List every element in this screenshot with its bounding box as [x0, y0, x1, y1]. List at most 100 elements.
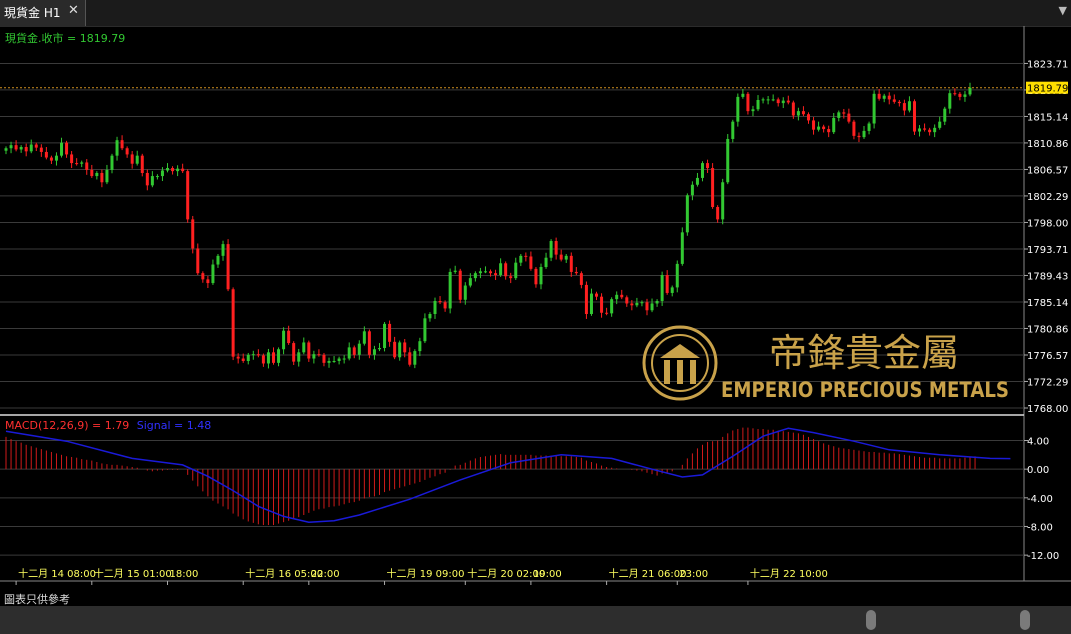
dropdown-arrow-icon[interactable]: ▼: [1059, 4, 1067, 17]
candle-body: [266, 352, 270, 364]
chart-area[interactable]: 帝鋒貴金屬 EMPERIO PRECIOUS METALS 1823.71 181…: [0, 26, 1071, 606]
price-tick-label: 1810.86: [1027, 139, 1068, 150]
watermark-chinese: 帝鋒貴金屬: [769, 331, 959, 375]
candle-body: [721, 182, 725, 220]
candle-body: [736, 96, 740, 122]
candle-body: [645, 302, 649, 311]
candle-body: [514, 262, 518, 279]
watermark: 帝鋒貴金屬 EMPERIO PRECIOUS METALS: [642, 325, 1009, 402]
candle-body: [413, 351, 417, 365]
candle-body: [776, 99, 780, 104]
candle-body: [968, 87, 972, 95]
candle-body: [963, 94, 967, 97]
candle-body: [322, 354, 326, 363]
candle-body: [731, 121, 735, 139]
candle-body: [918, 128, 922, 132]
close-icon[interactable]: ✕: [68, 3, 79, 18]
candle-body: [519, 255, 523, 263]
candle-body: [287, 330, 291, 344]
candle-body: [741, 93, 745, 97]
candle-body: [453, 270, 457, 272]
candle-body: [867, 123, 871, 131]
candle-body: [862, 130, 866, 138]
candle-body: [383, 323, 387, 349]
candle-body: [746, 93, 750, 112]
time-label: 18:00: [170, 569, 199, 580]
candle-body: [44, 151, 48, 158]
candle-body: [145, 172, 149, 186]
macd-tick-label: -4.00: [1027, 494, 1053, 505]
candle-body: [438, 301, 442, 303]
chart-tab[interactable]: 現貨金 H1 ✕: [0, 0, 86, 26]
macd-tick-label: 4.00: [1027, 436, 1049, 447]
candle-body: [630, 303, 634, 306]
candle-body: [837, 112, 841, 118]
candle-body: [695, 177, 699, 185]
candle-body: [191, 219, 195, 249]
price-tick-label: 1768.00: [1027, 404, 1068, 415]
candle-body: [569, 255, 573, 272]
candle-body: [817, 126, 821, 130]
candle-body: [559, 254, 563, 260]
candle-body: [95, 172, 99, 177]
tab-title: 現貨金 H1: [4, 6, 61, 20]
candle-body: [706, 163, 710, 169]
scroll-handle-left[interactable]: [866, 610, 876, 630]
candle-body: [761, 99, 765, 101]
candle-body: [877, 93, 881, 99]
candle-body: [933, 127, 937, 133]
scrollbar[interactable]: [0, 606, 1071, 634]
candle-body: [584, 284, 588, 314]
candle-body: [241, 358, 245, 361]
candle-body: [958, 93, 962, 97]
candle-body: [196, 248, 200, 274]
candle-body: [589, 293, 593, 314]
price-tick-label: 1793.71: [1027, 245, 1068, 256]
candle-body: [892, 99, 896, 102]
candle-body: [852, 121, 856, 136]
candle-body: [473, 273, 477, 279]
candle-body: [297, 352, 301, 362]
tab-bar: 現貨金 H1 ✕ ▼: [0, 0, 1071, 27]
time-label: 十二月 21 06:00: [609, 567, 687, 580]
candle-body: [953, 93, 957, 95]
candle-body: [211, 264, 215, 284]
candle-body: [221, 244, 225, 256]
candle-body: [524, 255, 528, 257]
candle-body: [332, 360, 336, 362]
candle-body: [923, 128, 927, 130]
candle-body: [509, 276, 513, 279]
candle-body: [690, 184, 694, 196]
candle-body: [337, 358, 341, 361]
candle-body: [832, 117, 836, 133]
macd-grid: [0, 439, 1024, 556]
candle-body: [675, 263, 679, 288]
candle-body: [9, 145, 13, 149]
candle-body: [478, 271, 482, 274]
candle-body: [216, 255, 220, 265]
watermark-logo-icon: [642, 325, 718, 401]
candle-body: [847, 113, 851, 122]
candle-body: [766, 99, 770, 101]
candle-body: [347, 347, 351, 359]
candle-body: [256, 354, 260, 356]
candle-body: [907, 101, 911, 111]
candle-body: [640, 302, 644, 304]
candle-body: [302, 342, 306, 353]
candle-body: [428, 313, 432, 319]
candle-body: [544, 257, 548, 267]
candle-body: [660, 275, 664, 302]
candle-body: [504, 263, 508, 277]
candle-body: [443, 302, 447, 309]
price-tick-label: 1776.57: [1027, 351, 1068, 362]
price-tick-label: 1815.14: [1027, 112, 1068, 123]
candle-body: [655, 301, 659, 304]
candle-body: [711, 168, 715, 207]
time-label: 十二月 14 08:00: [18, 567, 96, 580]
candle-body: [171, 168, 175, 172]
candle-body: [701, 163, 705, 178]
scroll-handle-right[interactable]: [1020, 610, 1030, 630]
candle-body: [796, 111, 800, 116]
candle-body: [130, 154, 134, 164]
candle-body: [448, 271, 452, 309]
